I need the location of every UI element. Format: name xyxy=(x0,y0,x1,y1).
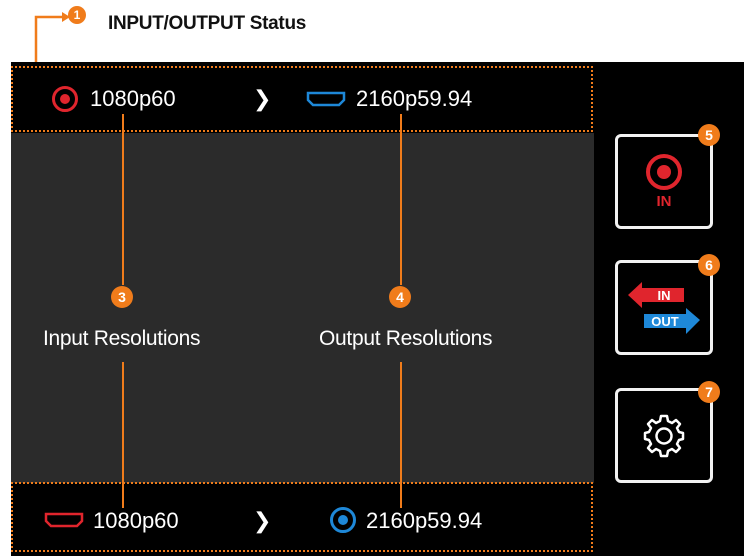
sdi-icon xyxy=(646,154,682,190)
marker-5: 5 xyxy=(698,124,720,146)
sdi-icon xyxy=(52,86,78,112)
swap-arrows-icon: IN OUT xyxy=(628,281,700,334)
input-resolutions-label: Input Resolutions xyxy=(43,327,201,350)
swap-in-label: IN xyxy=(658,288,671,303)
bottom-output-resolution: 2160p59.94 xyxy=(366,508,483,533)
settings-button[interactable] xyxy=(615,388,713,483)
sdi-icon xyxy=(330,507,356,533)
output-leader-line-top xyxy=(400,114,402,285)
hdmi-icon xyxy=(44,512,84,528)
top-chevron-icon: ❯ xyxy=(253,86,272,111)
marker-1: 1 xyxy=(68,6,86,24)
input-leader-line-top xyxy=(122,114,124,285)
bottom-chevron-icon: ❯ xyxy=(253,508,272,533)
top-input-resolution: 1080p60 xyxy=(90,86,176,111)
marker-7: 7 xyxy=(698,381,720,403)
swap-io-button[interactable]: IN OUT xyxy=(615,260,713,355)
bottom-input-resolution: 1080p60 xyxy=(93,508,179,533)
gear-icon xyxy=(643,414,685,457)
swap-out-label: OUT xyxy=(651,314,679,329)
input-button-label: IN xyxy=(656,193,672,210)
input-select-button[interactable]: IN xyxy=(615,134,713,229)
top-output-resolution: 2160p59.94 xyxy=(356,86,473,111)
io-status-title: INPUT/OUTPUT Status xyxy=(108,13,307,34)
hdmi-icon xyxy=(306,91,346,107)
marker-6: 6 xyxy=(698,254,720,276)
marker-4: 4 xyxy=(389,286,411,308)
marker-3: 3 xyxy=(111,286,133,308)
output-resolutions-label: Output Resolutions xyxy=(319,327,493,350)
video-preview-area xyxy=(11,133,594,483)
